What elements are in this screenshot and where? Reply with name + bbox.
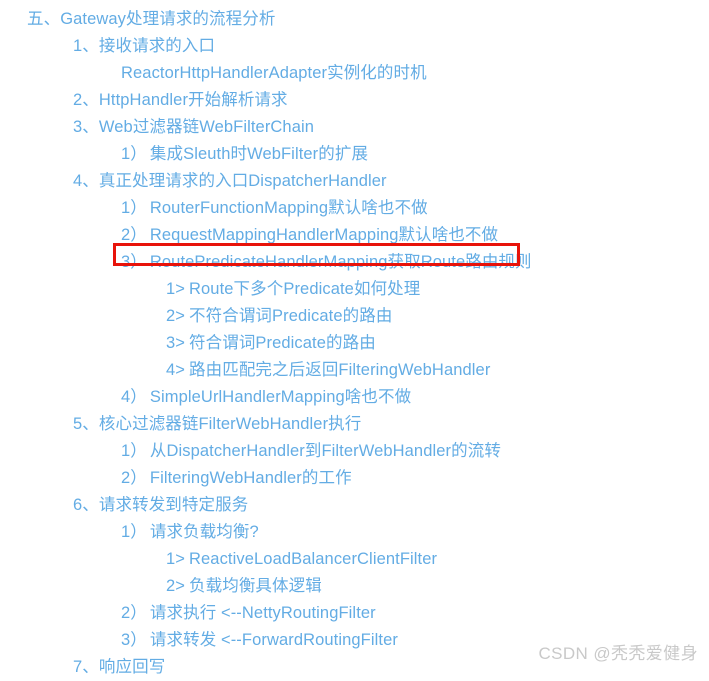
- outline-item: 1） 请求负载均衡?: [0, 519, 709, 546]
- outline-item: ReactorHttpHandlerAdapter实例化的时机: [0, 60, 709, 87]
- outline-item-label: 请求转发 <--ForwardRoutingFilter: [149, 631, 398, 649]
- outline-item: 2） 请求执行 <--NettyRoutingFilter: [0, 600, 709, 627]
- outline-item-label: HttpHandler开始解析请求: [98, 91, 288, 109]
- outline-item-marker: 1、: [73, 37, 99, 55]
- outline-item: 4、真正处理请求的入口DispatcherHandler: [0, 168, 709, 195]
- outline-item-marker: 4>: [166, 361, 186, 379]
- outline-item: 6、请求转发到特定服务: [0, 492, 709, 519]
- outline-item-marker: 2>: [166, 577, 186, 595]
- outline-item-label: 接收请求的入口: [98, 37, 216, 55]
- outline-item-label: 从DispatcherHandler到FilterWebHandler的流转: [149, 442, 501, 460]
- outline-item-label: Gateway处理请求的流程分析: [60, 10, 276, 28]
- outline-item-label: 请求转发到特定服务: [98, 496, 249, 514]
- outline-item-label: Route下多个Predicate如何处理: [189, 280, 421, 298]
- outline-item-marker: 3）: [121, 253, 147, 271]
- outline-item-marker: 1）: [121, 145, 147, 163]
- outline-item-marker: 4）: [121, 388, 147, 406]
- outline-item-marker: 1）: [121, 442, 147, 460]
- outline-item-marker: 1）: [121, 523, 147, 541]
- outline-item-label: 路由匹配完之后返回FilteringWebHandler: [189, 361, 491, 379]
- outline-item: 1、接收请求的入口: [0, 33, 709, 60]
- outline-item-label: 请求执行 <--NettyRoutingFilter: [149, 604, 376, 622]
- outline-item-marker: 2）: [121, 226, 147, 244]
- outline-item-marker: 1）: [121, 199, 147, 217]
- outline-item: 3、Web过滤器链WebFilterChain: [0, 114, 709, 141]
- outline-document: 五、Gateway处理请求的流程分析 1、接收请求的入口 ReactorHttpHa…: [0, 0, 709, 676]
- outline-item: 3） RoutePredicateHandlerMapping获取Route路由规…: [0, 249, 709, 276]
- outline-item: 2） FilteringWebHandler的工作: [0, 465, 709, 492]
- outline-item: 2> 不符合谓词Predicate的路由: [0, 303, 709, 330]
- outline-item-marker: 2、: [73, 91, 99, 109]
- outline-item-marker: 7、: [73, 658, 99, 676]
- outline-item-marker: 1>: [166, 550, 186, 568]
- outline-item-marker: 6、: [73, 496, 99, 514]
- outline-item: 2> 负载均衡具体逻辑: [0, 573, 709, 600]
- outline-item-marker: 2）: [121, 469, 147, 487]
- outline-item-marker: 3、: [73, 118, 99, 136]
- outline-item: 2） RequestMappingHandlerMapping默认啥也不做: [0, 222, 709, 249]
- outline-item-marker: 5、: [73, 415, 99, 433]
- outline-item-label: ReactiveLoadBalancerClientFilter: [189, 550, 438, 568]
- outline-item-marker: 1>: [166, 280, 186, 298]
- outline-item-marker: 4、: [73, 172, 99, 190]
- outline-item-marker: 2>: [166, 307, 186, 325]
- outline-item: 五、Gateway处理请求的流程分析: [0, 6, 709, 33]
- outline-item: 1> Route下多个Predicate如何处理: [0, 276, 709, 303]
- outline-item-marker: 3）: [121, 631, 147, 649]
- outline-item-marker: 3>: [166, 334, 186, 352]
- outline-item-marker: 五、: [27, 10, 61, 28]
- outline-item-label: 核心过滤器链FilterWebHandler执行: [98, 415, 362, 433]
- outline-item-label: 负载均衡具体逻辑: [189, 577, 322, 595]
- outline-item-label: 真正处理请求的入口DispatcherHandler: [98, 172, 387, 190]
- outline-item-label: RequestMappingHandlerMapping默认啥也不做: [149, 226, 499, 244]
- watermark: CSDN @秃秃爱健身: [538, 644, 698, 663]
- outline-item-label: Web过滤器链WebFilterChain: [98, 118, 315, 136]
- outline-item-label: ReactorHttpHandlerAdapter实例化的时机: [121, 64, 427, 82]
- outline-item-label: FilteringWebHandler的工作: [149, 469, 352, 487]
- outline-item: 1） 集成Sleuth时WebFilter的扩展: [0, 141, 709, 168]
- outline-item: 3> 符合谓词Predicate的路由: [0, 330, 709, 357]
- outline-item-label: 响应回写: [98, 658, 166, 676]
- outline-item-label: RoutePredicateHandlerMapping获取Route路由规则: [149, 253, 532, 271]
- outline-item: 4） SimpleUrlHandlerMapping啥也不做: [0, 384, 709, 411]
- outline-item-label: 符合谓词Predicate的路由: [189, 334, 376, 352]
- outline-item: 1） RouterFunctionMapping默认啥也不做: [0, 195, 709, 222]
- outline-item-label: RouterFunctionMapping默认啥也不做: [149, 199, 428, 217]
- outline-item: 2、HttpHandler开始解析请求: [0, 87, 709, 114]
- outline-item: 5、核心过滤器链FilterWebHandler执行: [0, 411, 709, 438]
- outline-item-label: 集成Sleuth时WebFilter的扩展: [149, 145, 369, 163]
- outline-item: 1> ReactiveLoadBalancerClientFilter: [0, 546, 709, 573]
- outline-item: 1） 从DispatcherHandler到FilterWebHandler的流转: [0, 438, 709, 465]
- outline-item-label: 请求负载均衡?: [149, 523, 259, 541]
- outline-item-marker: 2）: [121, 604, 147, 622]
- outline-item-label: 不符合谓词Predicate的路由: [189, 307, 393, 325]
- outline-item: 4> 路由匹配完之后返回FilteringWebHandler: [0, 357, 709, 384]
- outline-item-label: SimpleUrlHandlerMapping啥也不做: [149, 388, 412, 406]
